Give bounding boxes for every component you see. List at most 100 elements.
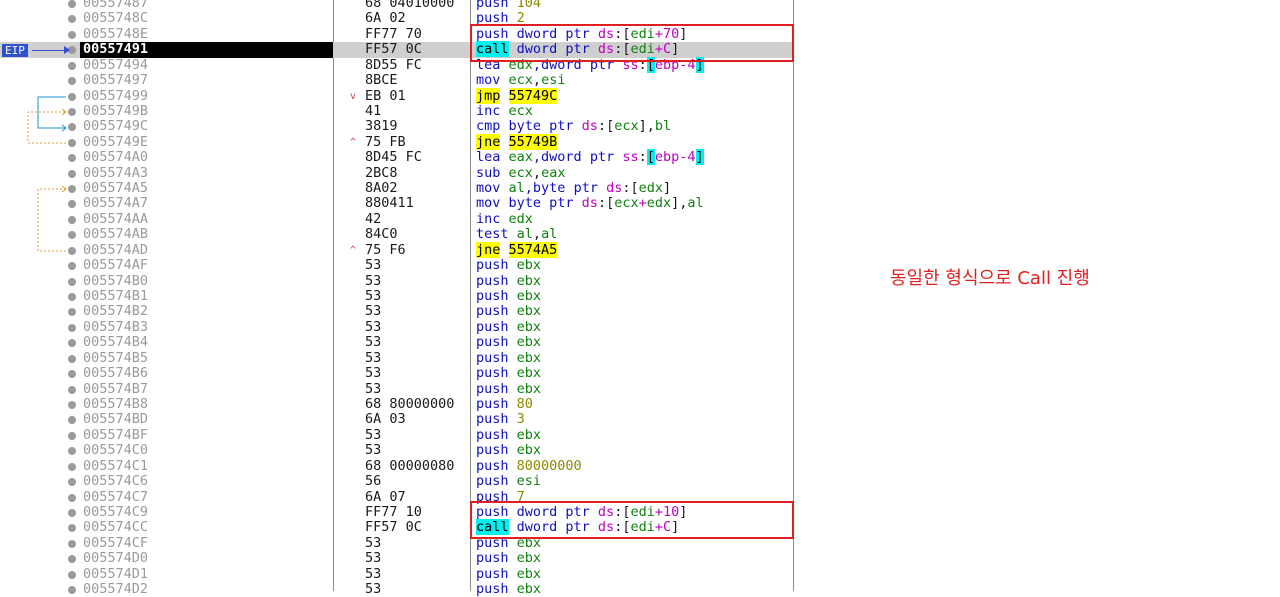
instruction-token: jmp	[476, 87, 501, 104]
instruction-token: edx	[508, 210, 533, 227]
disasm-row[interactable]: 005574A0 8D45 FC lea eax,dword ptr ss:[ebp…	[0, 149, 794, 166]
instruction-token: ecx	[614, 118, 639, 135]
instruction-cell: push ebx	[476, 550, 541, 566]
disasm-row[interactable]: 0055749B 41 inc ecx	[0, 102, 794, 119]
instruction-cell: push ebx	[476, 443, 541, 458]
bytes-cell: 68 80000000	[365, 395, 455, 412]
instruction-token: sub	[476, 164, 501, 181]
address-cell: 00557499	[83, 87, 149, 104]
bytes-cell: 8A02	[365, 180, 398, 197]
instruction-token: 3	[516, 411, 525, 428]
instruction-token: ebx	[516, 426, 542, 443]
address-cell: 005574AD	[83, 241, 149, 258]
bytes-cell: 75 F6	[365, 241, 406, 258]
address-cell: 0055749C	[83, 118, 149, 135]
instruction-token: ebx	[516, 272, 542, 289]
instruction-token: mov	[476, 180, 501, 197]
instruction-token: ,byte ptr	[524, 180, 607, 197]
jump-up-icon: ^	[350, 244, 357, 256]
instruction-token: ecx	[508, 164, 533, 181]
bytes-cell: 53	[365, 442, 382, 459]
instruction-cell: cmp byte ptr ds:[ecx],bl	[476, 119, 671, 134]
instruction-token: al	[516, 226, 533, 243]
instruction-token: ebx	[516, 380, 542, 397]
instruction-token	[500, 134, 508, 150]
address-cell: 00557494	[83, 56, 149, 73]
disasm-row[interactable]: 005574B7 53 push ebx	[0, 380, 794, 397]
disasm-row[interactable]: 00557499 v EB 01 jmp 55749C	[0, 87, 794, 104]
address-cell: 005574A0	[83, 149, 149, 166]
instruction-token: ebx	[516, 442, 542, 459]
disasm-row[interactable]: 005574A7 880411 mov byte ptr ds:[ecx+edx],…	[0, 196, 794, 211]
disasm-row[interactable]: 005574D0 53 push ebx	[0, 550, 794, 567]
instruction-token: ]	[663, 180, 672, 197]
instruction-cell: push ebx	[476, 581, 541, 597]
bytes-cell: 8BCE	[365, 72, 398, 89]
disasm-row[interactable]: 005574BD 6A 03 push 3	[0, 411, 794, 428]
instruction-token	[500, 72, 508, 88]
instruction-token: ebx	[516, 318, 542, 335]
instruction-token: eax	[508, 149, 533, 166]
instruction-token	[509, 273, 517, 289]
address-cell: 005574AB	[83, 226, 149, 243]
disasm-row[interactable]: 005574C1 68 00000080 push 80000000	[0, 457, 794, 474]
bytes-cell: EB 01	[365, 87, 406, 104]
instruction-token: jne	[476, 133, 501, 150]
disasm-row[interactable]: 005574B3 53 push ebx	[0, 318, 794, 335]
disasm-row[interactable]: 005574B1 53 push ebx	[0, 288, 794, 304]
disasm-row[interactable]: 005574B5 53 push ebx	[0, 349, 794, 366]
bytes-cell: 53	[365, 365, 382, 382]
instruction-token: ebx	[516, 365, 542, 382]
instruction-token	[509, 427, 517, 443]
jump-arrows-gutter	[27, 96, 67, 252]
instruction-token: ,	[532, 226, 542, 243]
instruction-token: ds	[606, 180, 623, 197]
instruction-token: push	[476, 565, 509, 582]
disasm-row[interactable]: 005574A5 8A02 mov al,byte ptr ds:[edx]	[0, 180, 794, 197]
disasm-row[interactable]: 005574C6 56 push esi	[0, 473, 794, 489]
address-cell: 005574BF	[83, 426, 149, 443]
address-cell: 005574D0	[83, 550, 149, 567]
disasm-row[interactable]: 005574AA 42 inc edx	[0, 210, 794, 227]
disasm-row[interactable]: 0055749C 3819 cmp byte ptr ds:[ecx],bl	[0, 118, 794, 135]
disasm-row[interactable]: 005574BF 53 push ebx	[0, 426, 794, 443]
address-cell: 005574B3	[83, 318, 149, 335]
disasm-row[interactable]: 00557497 8BCE mov ecx,esi	[0, 72, 794, 89]
disasm-row[interactable]: 005574D1 53 push ebx	[0, 565, 794, 582]
instruction-token: al	[687, 195, 704, 212]
address-cell: 005574B8	[83, 395, 149, 412]
instruction-token: push	[476, 303, 509, 320]
jump-arrow-jne-55749B	[27, 108, 67, 144]
disasm-row[interactable]: 005574A3 2BC8 sub ecx,eax	[0, 164, 794, 181]
disasm-row[interactable]: 005574B4 53 push ebx	[0, 334, 794, 351]
disasm-row[interactable]: 005574D2 53 push ebx	[0, 581, 794, 597]
instruction-token: :[	[597, 195, 615, 212]
disasm-row[interactable]: 005574AF 53 push ebx	[0, 257, 794, 273]
disasm-row[interactable]: 005574B2 53 push ebx	[0, 303, 794, 320]
instruction-token: [	[646, 149, 655, 166]
disasm-row[interactable]: 005574B6 53 push ebx	[0, 365, 794, 382]
disasm-row[interactable]: 005574C0 53 push ebx	[0, 442, 794, 459]
instruction-token: ]	[695, 149, 704, 166]
bytes-cell: 53	[365, 380, 382, 397]
instruction-token: push	[476, 411, 509, 428]
instruction-token: edx	[638, 180, 663, 197]
instruction-token: inc	[476, 102, 501, 119]
bytes-cell: 3819	[365, 118, 398, 135]
disasm-row[interactable]: 005574AD ^ 75 F6 jne 5574A5	[0, 241, 794, 258]
bytes-cell: 68 00000080	[365, 457, 455, 474]
instruction-token: +	[638, 195, 647, 212]
disasm-row[interactable]: 005574B0 53 push ebx	[0, 272, 794, 289]
address-cell: 005574B5	[83, 349, 149, 366]
instruction-token	[509, 319, 517, 335]
instruction-cell: sub ecx,eax	[476, 164, 565, 181]
instruction-cell: push ebx	[476, 335, 541, 350]
disasm-row[interactable]: 005574AB 84C0 test al,al	[0, 226, 794, 243]
bytes-cell: 75 FB	[365, 133, 406, 150]
instruction-token	[500, 149, 508, 165]
address-cell: 005574B4	[83, 334, 149, 351]
bytes-cell: 84C0	[365, 226, 398, 243]
disasm-row[interactable]: 0055749E ^ 75 FB jne 55749B	[0, 133, 794, 150]
address-cell: 005574A7	[83, 195, 149, 212]
disasm-row[interactable]: 005574B8 68 80000000 push 80	[0, 395, 794, 412]
